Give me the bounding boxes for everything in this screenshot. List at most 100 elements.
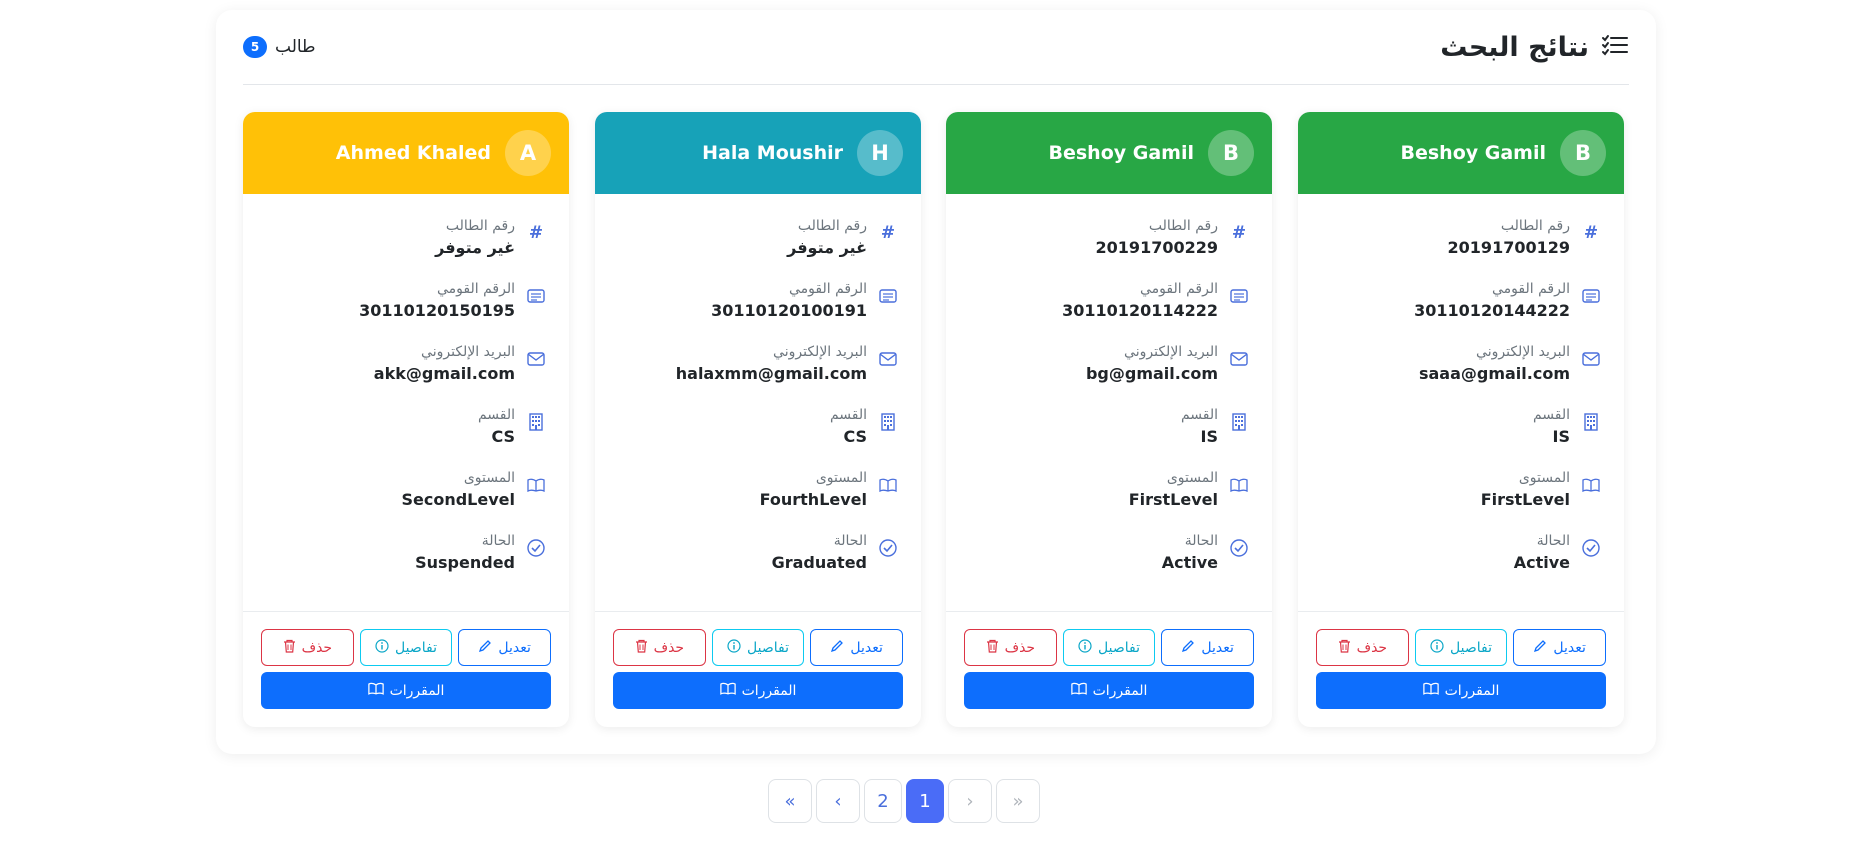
button-label: تفاصيل [1450, 639, 1492, 656]
delete-button[interactable]: حذف [260, 629, 354, 666]
field-student-id: # رقم الطالب 20191700229 [968, 216, 1250, 279]
info-icon [1078, 638, 1092, 657]
building-icon [525, 411, 547, 433]
building-icon [1228, 411, 1250, 433]
details-button[interactable]: تفاصيل [359, 629, 453, 666]
field-label: المستوى [463, 470, 515, 486]
student-name: Hala Moushir [702, 142, 843, 164]
page-2-button[interactable]: 2 [864, 779, 902, 823]
details-button[interactable]: تفاصيل [1062, 629, 1156, 666]
field-value: akk@gmail.com [373, 364, 515, 383]
courses-button[interactable]: المقررات [964, 672, 1254, 709]
check-circle-icon [1228, 537, 1250, 559]
student-card: B Beshoy Gamil # رقم الطالب 20191700229 … [946, 112, 1272, 727]
info-icon [727, 638, 741, 657]
field-national-id: الرقم القومي 30110120144222 [1320, 279, 1602, 342]
field-value: CS [843, 427, 867, 446]
student-fields: # رقم الطالب 20191700129 الرقم القومي 30… [1298, 194, 1624, 594]
trash-icon [1338, 639, 1351, 657]
field-value: saaa@gmail.com [1418, 364, 1570, 383]
edit-button[interactable]: تعديل [1513, 629, 1606, 666]
avatar: H [857, 130, 903, 176]
field-label: الحالة [1536, 533, 1570, 549]
details-button[interactable]: تفاصيل [1414, 629, 1508, 666]
field-value: 20191700229 [1095, 238, 1218, 257]
card-text-icon [1228, 285, 1250, 307]
book-icon [1228, 474, 1250, 496]
student-card: B Beshoy Gamil # رقم الطالب 20191700129 … [1298, 112, 1624, 727]
field-label: رقم الطالب [1500, 218, 1570, 234]
student-name: Beshoy Gamil [1048, 142, 1195, 164]
list-check-icon [1601, 33, 1629, 61]
field-email: البريد الإلكتروني bg@gmail.com [968, 342, 1250, 405]
card-actions: تعديل تفاصيل حذف المقررات [946, 611, 1272, 727]
delete-button[interactable]: حذف [963, 629, 1057, 666]
button-label: تعديل [1553, 639, 1586, 656]
courses-button[interactable]: المقررات [261, 672, 551, 709]
edit-button[interactable]: تعديل [458, 629, 551, 666]
field-status: الحالة Active [968, 531, 1250, 594]
button-label: المقررات [741, 682, 797, 699]
count-label: طالب [275, 37, 316, 57]
field-value: CS [491, 427, 515, 446]
results-count: طالب 5 [243, 36, 316, 58]
card-text-icon [1580, 285, 1602, 307]
field-label: المستوى [1518, 470, 1570, 486]
field-value: FirstLevel [1480, 490, 1570, 509]
field-value: IS [1552, 427, 1570, 446]
field-label: القسم [1532, 407, 1570, 423]
field-label: القسم [1180, 407, 1218, 423]
card-header: B Beshoy Gamil [1298, 112, 1624, 194]
book-icon [1580, 474, 1602, 496]
building-icon [1580, 411, 1602, 433]
field-label: رقم الطالب [445, 218, 515, 234]
field-label: البريد الإلكتروني [1476, 344, 1570, 360]
field-department: القسم CS [617, 405, 899, 468]
last-page-button[interactable]: » [996, 779, 1040, 823]
student-name: Beshoy Gamil [1400, 142, 1547, 164]
courses-button[interactable]: المقررات [613, 672, 903, 709]
button-label: تعديل [850, 639, 883, 656]
field-value: Suspended [415, 553, 515, 572]
courses-button[interactable]: المقررات [1316, 672, 1606, 709]
count-badge: 5 [243, 36, 267, 58]
student-fields: # رقم الطالب غير متوفر الرقم القومي 3011… [243, 194, 569, 594]
edit-button[interactable]: تعديل [1161, 629, 1254, 666]
edit-button[interactable]: تعديل [810, 629, 903, 666]
delete-button[interactable]: حذف [1315, 629, 1409, 666]
field-value: IS [1200, 427, 1218, 446]
button-label: المقررات [1444, 682, 1500, 699]
field-student-id: # رقم الطالب 20191700129 [1320, 216, 1602, 279]
card-header: B Beshoy Gamil [946, 112, 1272, 194]
details-button[interactable]: تفاصيل [711, 629, 805, 666]
field-value: 30110120144222 [1414, 301, 1570, 320]
info-icon [375, 638, 389, 657]
next-page-button[interactable]: › [948, 779, 992, 823]
book-icon [525, 474, 547, 496]
pencil-icon [478, 639, 492, 657]
hash-icon: # [528, 223, 544, 243]
field-label: القسم [829, 407, 867, 423]
field-value: FirstLevel [1128, 490, 1218, 509]
card-header: A Ahmed Khaled [243, 112, 569, 194]
field-value: bg@gmail.com [1085, 364, 1218, 383]
info-icon [1430, 638, 1444, 657]
envelope-icon [525, 348, 547, 370]
delete-button[interactable]: حذف [612, 629, 706, 666]
avatar: B [1560, 130, 1606, 176]
previous-page-button[interactable]: ‹ [816, 779, 860, 823]
field-label: المستوى [1166, 470, 1218, 486]
field-value: halaxmm@gmail.com [675, 364, 867, 383]
field-label: الحالة [1184, 533, 1218, 549]
field-value: 30110120114222 [1062, 301, 1218, 320]
trash-icon [635, 639, 648, 657]
field-value: Active [1161, 553, 1218, 572]
first-page-button[interactable]: « [768, 779, 812, 823]
field-email: البريد الإلكتروني halaxmm@gmail.com [617, 342, 899, 405]
page-1-button[interactable]: 1 [906, 779, 944, 823]
field-department: القسم IS [1320, 405, 1602, 468]
card-actions: تعديل تفاصيل حذف المقررات [595, 611, 921, 727]
avatar: A [505, 130, 551, 176]
book-icon [719, 682, 736, 699]
field-label: رقم الطالب [1148, 218, 1218, 234]
